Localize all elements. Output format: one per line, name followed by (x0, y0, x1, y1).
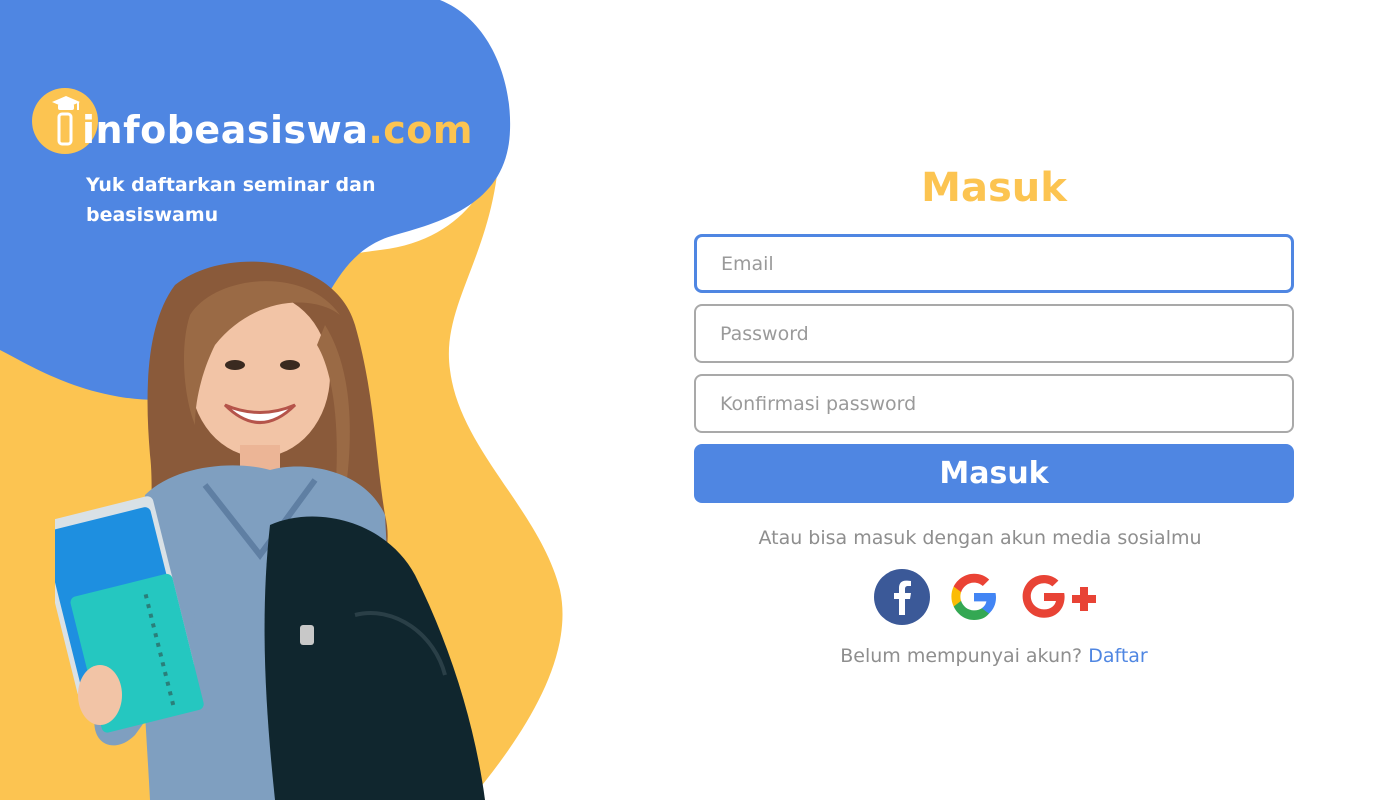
brand-name: infobeasiswa (82, 108, 369, 152)
hero-panel: infobeasiswa.com Yuk daftarkan seminar d… (0, 0, 600, 800)
tagline: Yuk daftarkan seminar dan beasiswamu (86, 174, 376, 226)
google-plus-icon (1022, 575, 1096, 618)
login-button[interactable]: Masuk (694, 444, 1294, 503)
facebook-icon (874, 569, 930, 625)
confirm-password-input[interactable] (694, 374, 1294, 433)
google-login-button[interactable] (946, 569, 1002, 625)
brand-wordmark: infobeasiswa.com (82, 108, 473, 152)
form-title: Masuk (921, 165, 1067, 211)
signup-prompt: Belum mempunyai akun? Daftar (694, 645, 1294, 667)
password-input[interactable] (694, 304, 1294, 363)
facebook-login-button[interactable] (874, 569, 930, 625)
login-form: Masuk Masuk Atau bisa masuk dengan akun … (694, 150, 1294, 667)
signup-link[interactable]: Daftar (1088, 645, 1148, 667)
social-login-buttons (694, 569, 1294, 625)
brand-tld: .com (368, 108, 474, 152)
email-input[interactable] (694, 234, 1294, 293)
student-with-books-illustration (55, 261, 485, 800)
google-icon (951, 573, 996, 620)
google-plus-login-button[interactable] (1018, 569, 1106, 625)
login-page: infobeasiswa.com Yuk daftarkan seminar d… (0, 0, 1400, 800)
social-login-hint: Atau bisa masuk dengan akun media sosial… (758, 527, 1202, 549)
signup-prompt-text: Belum mempunyai akun? (840, 645, 1083, 667)
